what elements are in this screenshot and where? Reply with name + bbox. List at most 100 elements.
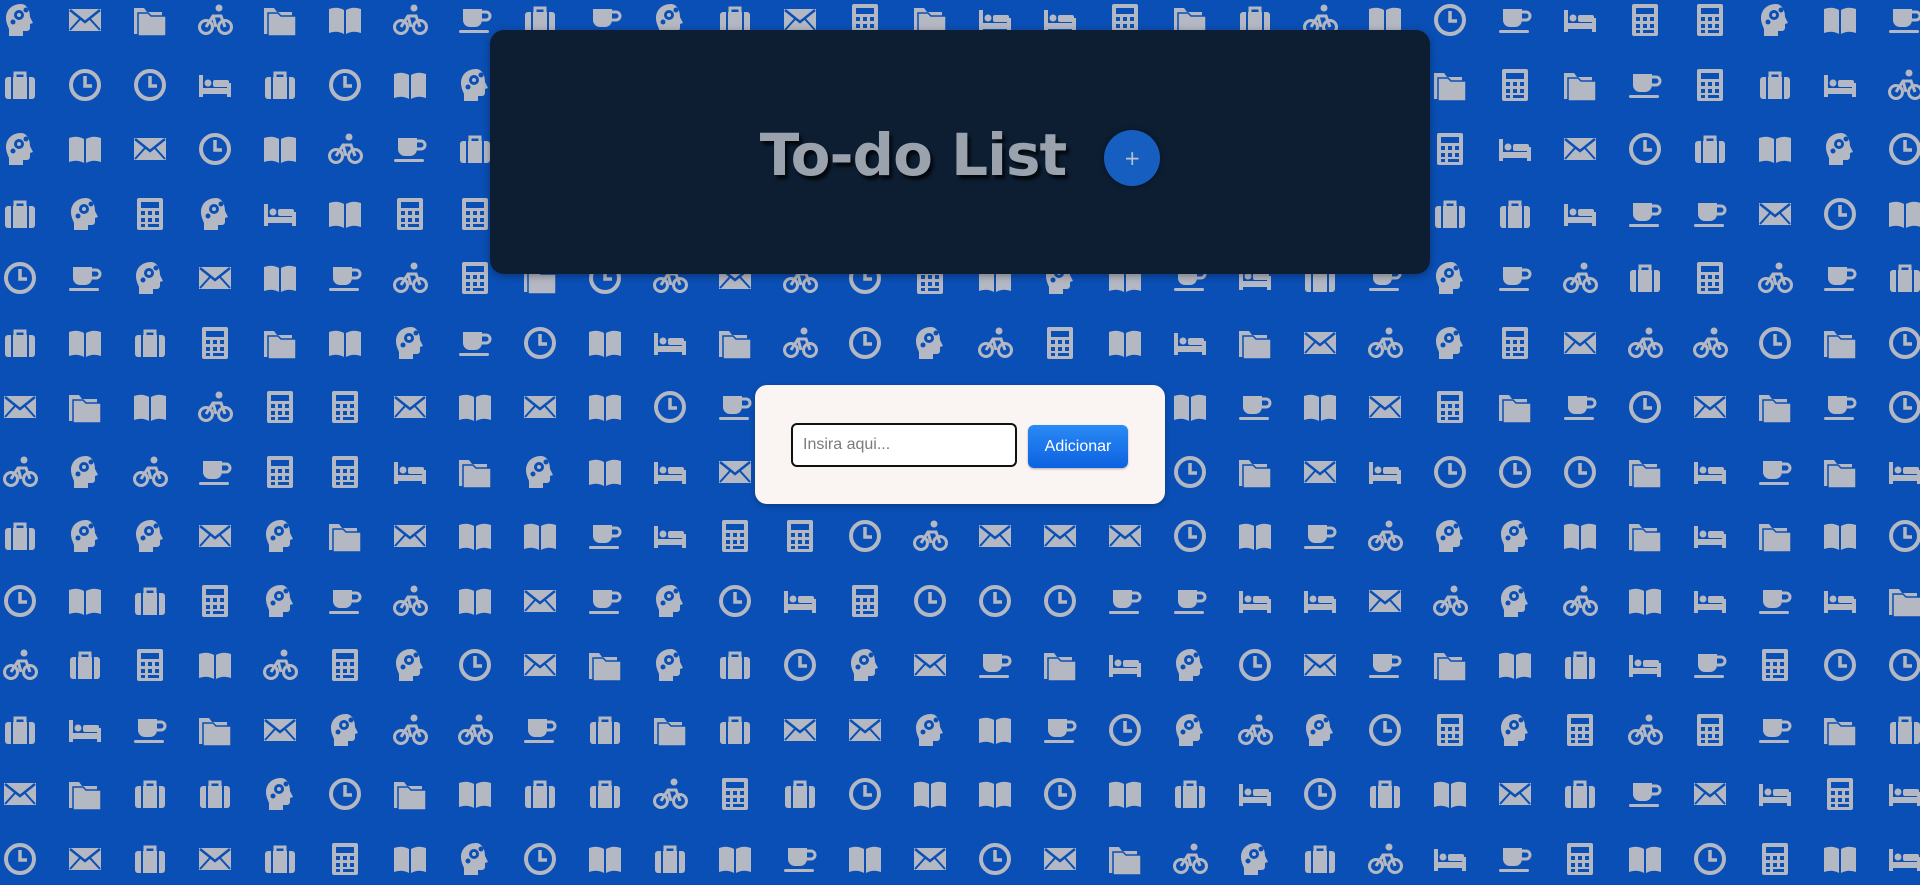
- clock-icon: [1889, 391, 1920, 423]
- bed-icon: [199, 74, 231, 97]
- head-gears-icon: [396, 649, 423, 681]
- add-task-button[interactable]: Adicionar: [1028, 425, 1128, 468]
- clock-icon: [1434, 4, 1466, 36]
- envelope-icon: [1499, 783, 1531, 805]
- bicycle-icon: [1563, 262, 1598, 293]
- envelope-icon: [199, 525, 231, 547]
- calculator-icon: [1047, 326, 1073, 359]
- bed-icon: [784, 590, 816, 613]
- briefcase-icon: [1500, 200, 1530, 228]
- coffee-cup-icon: [1824, 267, 1857, 291]
- book-icon: [719, 846, 751, 873]
- coffee-cup-icon: [1629, 73, 1662, 98]
- calculator-icon: [137, 649, 163, 681]
- briefcase-icon: [1435, 200, 1465, 228]
- coffee-cup-icon: [134, 718, 167, 743]
- bicycle-icon: [393, 585, 428, 616]
- head-gears-icon: [1436, 326, 1463, 359]
- briefcase-icon: [1695, 135, 1725, 163]
- clock-icon: [329, 778, 361, 810]
- coffee-cup-icon: [979, 654, 1012, 678]
- calculator-icon: [1697, 68, 1723, 101]
- book-icon: [69, 330, 101, 357]
- clock-icon: [1044, 778, 1076, 810]
- briefcase-icon: [1370, 780, 1400, 808]
- head-gears-icon: [6, 4, 33, 36]
- book-icon: [394, 846, 426, 873]
- book-icon: [1109, 781, 1141, 808]
- bed-icon: [1109, 655, 1141, 677]
- clock-icon: [1044, 584, 1076, 617]
- envelope-icon: [1564, 138, 1596, 160]
- coffee-cup-icon: [784, 847, 817, 872]
- briefcase-icon: [5, 522, 35, 550]
- book-icon: [1174, 394, 1206, 421]
- envelope-icon: [199, 267, 231, 289]
- folder-icon: [1239, 459, 1272, 489]
- coffee-cup-icon: [1174, 589, 1207, 614]
- folder-icon: [1824, 459, 1857, 489]
- folder-icon: [69, 395, 102, 424]
- envelope-icon: [4, 783, 36, 805]
- briefcase-icon: [1890, 264, 1920, 292]
- bicycle-icon: [458, 714, 493, 745]
- envelope-icon: [1044, 847, 1076, 870]
- coffee-cup-icon: [69, 267, 102, 291]
- head-gears-icon: [71, 455, 98, 488]
- bed-icon: [1434, 848, 1466, 871]
- bed-icon: [1499, 139, 1531, 161]
- coffee-cup-icon: [329, 589, 362, 614]
- clock-icon: [654, 391, 686, 423]
- bed-icon: [1694, 590, 1726, 613]
- folder-icon: [1434, 72, 1467, 102]
- envelope-icon: [394, 525, 426, 547]
- briefcase-icon: [1305, 845, 1335, 873]
- task-input[interactable]: [791, 423, 1017, 467]
- add-toggle-button[interactable]: +: [1104, 130, 1161, 186]
- folder-icon: [134, 8, 167, 37]
- book-icon: [1824, 7, 1856, 34]
- bed-icon: [1629, 655, 1661, 677]
- briefcase-icon: [135, 587, 165, 615]
- folder-icon: [394, 782, 427, 811]
- head-gears-icon: [1436, 262, 1463, 294]
- folder-icon: [1889, 588, 1920, 618]
- folder-icon: [1239, 330, 1272, 360]
- bicycle-icon: [1628, 714, 1663, 745]
- calculator-icon: [332, 649, 358, 681]
- bicycle-icon: [1368, 520, 1403, 551]
- book-icon: [1304, 394, 1336, 421]
- clock-icon: [1824, 197, 1856, 230]
- calculator-icon: [332, 842, 358, 875]
- briefcase-icon: [1565, 780, 1595, 808]
- coffee-cup-icon: [1824, 396, 1857, 420]
- bicycle-icon: [913, 520, 948, 551]
- folder-icon: [199, 717, 232, 747]
- folder-icon: [1499, 395, 1532, 424]
- clock-icon: [1499, 455, 1531, 488]
- header-panel: To-do List +: [490, 30, 1430, 274]
- clock-icon: [524, 842, 556, 875]
- calculator-icon: [397, 197, 423, 230]
- clock-icon: [1564, 455, 1596, 488]
- envelope-icon: [1109, 525, 1141, 547]
- coffee-cup-icon: [1629, 783, 1662, 807]
- book-icon: [1109, 330, 1141, 357]
- briefcase-icon: [265, 71, 295, 99]
- coffee-cup-icon: [1369, 654, 1402, 678]
- bed-icon: [1694, 461, 1726, 484]
- clock-icon: [1109, 713, 1141, 746]
- head-gears-icon: [1501, 520, 1528, 552]
- envelope-icon: [69, 847, 101, 870]
- clock-icon: [1174, 520, 1206, 552]
- clock-icon: [979, 584, 1011, 617]
- bicycle-icon: [1238, 714, 1273, 745]
- head-gears-icon: [1761, 4, 1788, 36]
- book-icon: [1239, 523, 1271, 550]
- bicycle-icon: [1628, 327, 1663, 358]
- envelope-icon: [914, 654, 946, 676]
- briefcase-icon: [135, 845, 165, 873]
- envelope-icon: [524, 589, 556, 612]
- coffee-cup-icon: [394, 138, 427, 162]
- clock-icon: [784, 649, 816, 681]
